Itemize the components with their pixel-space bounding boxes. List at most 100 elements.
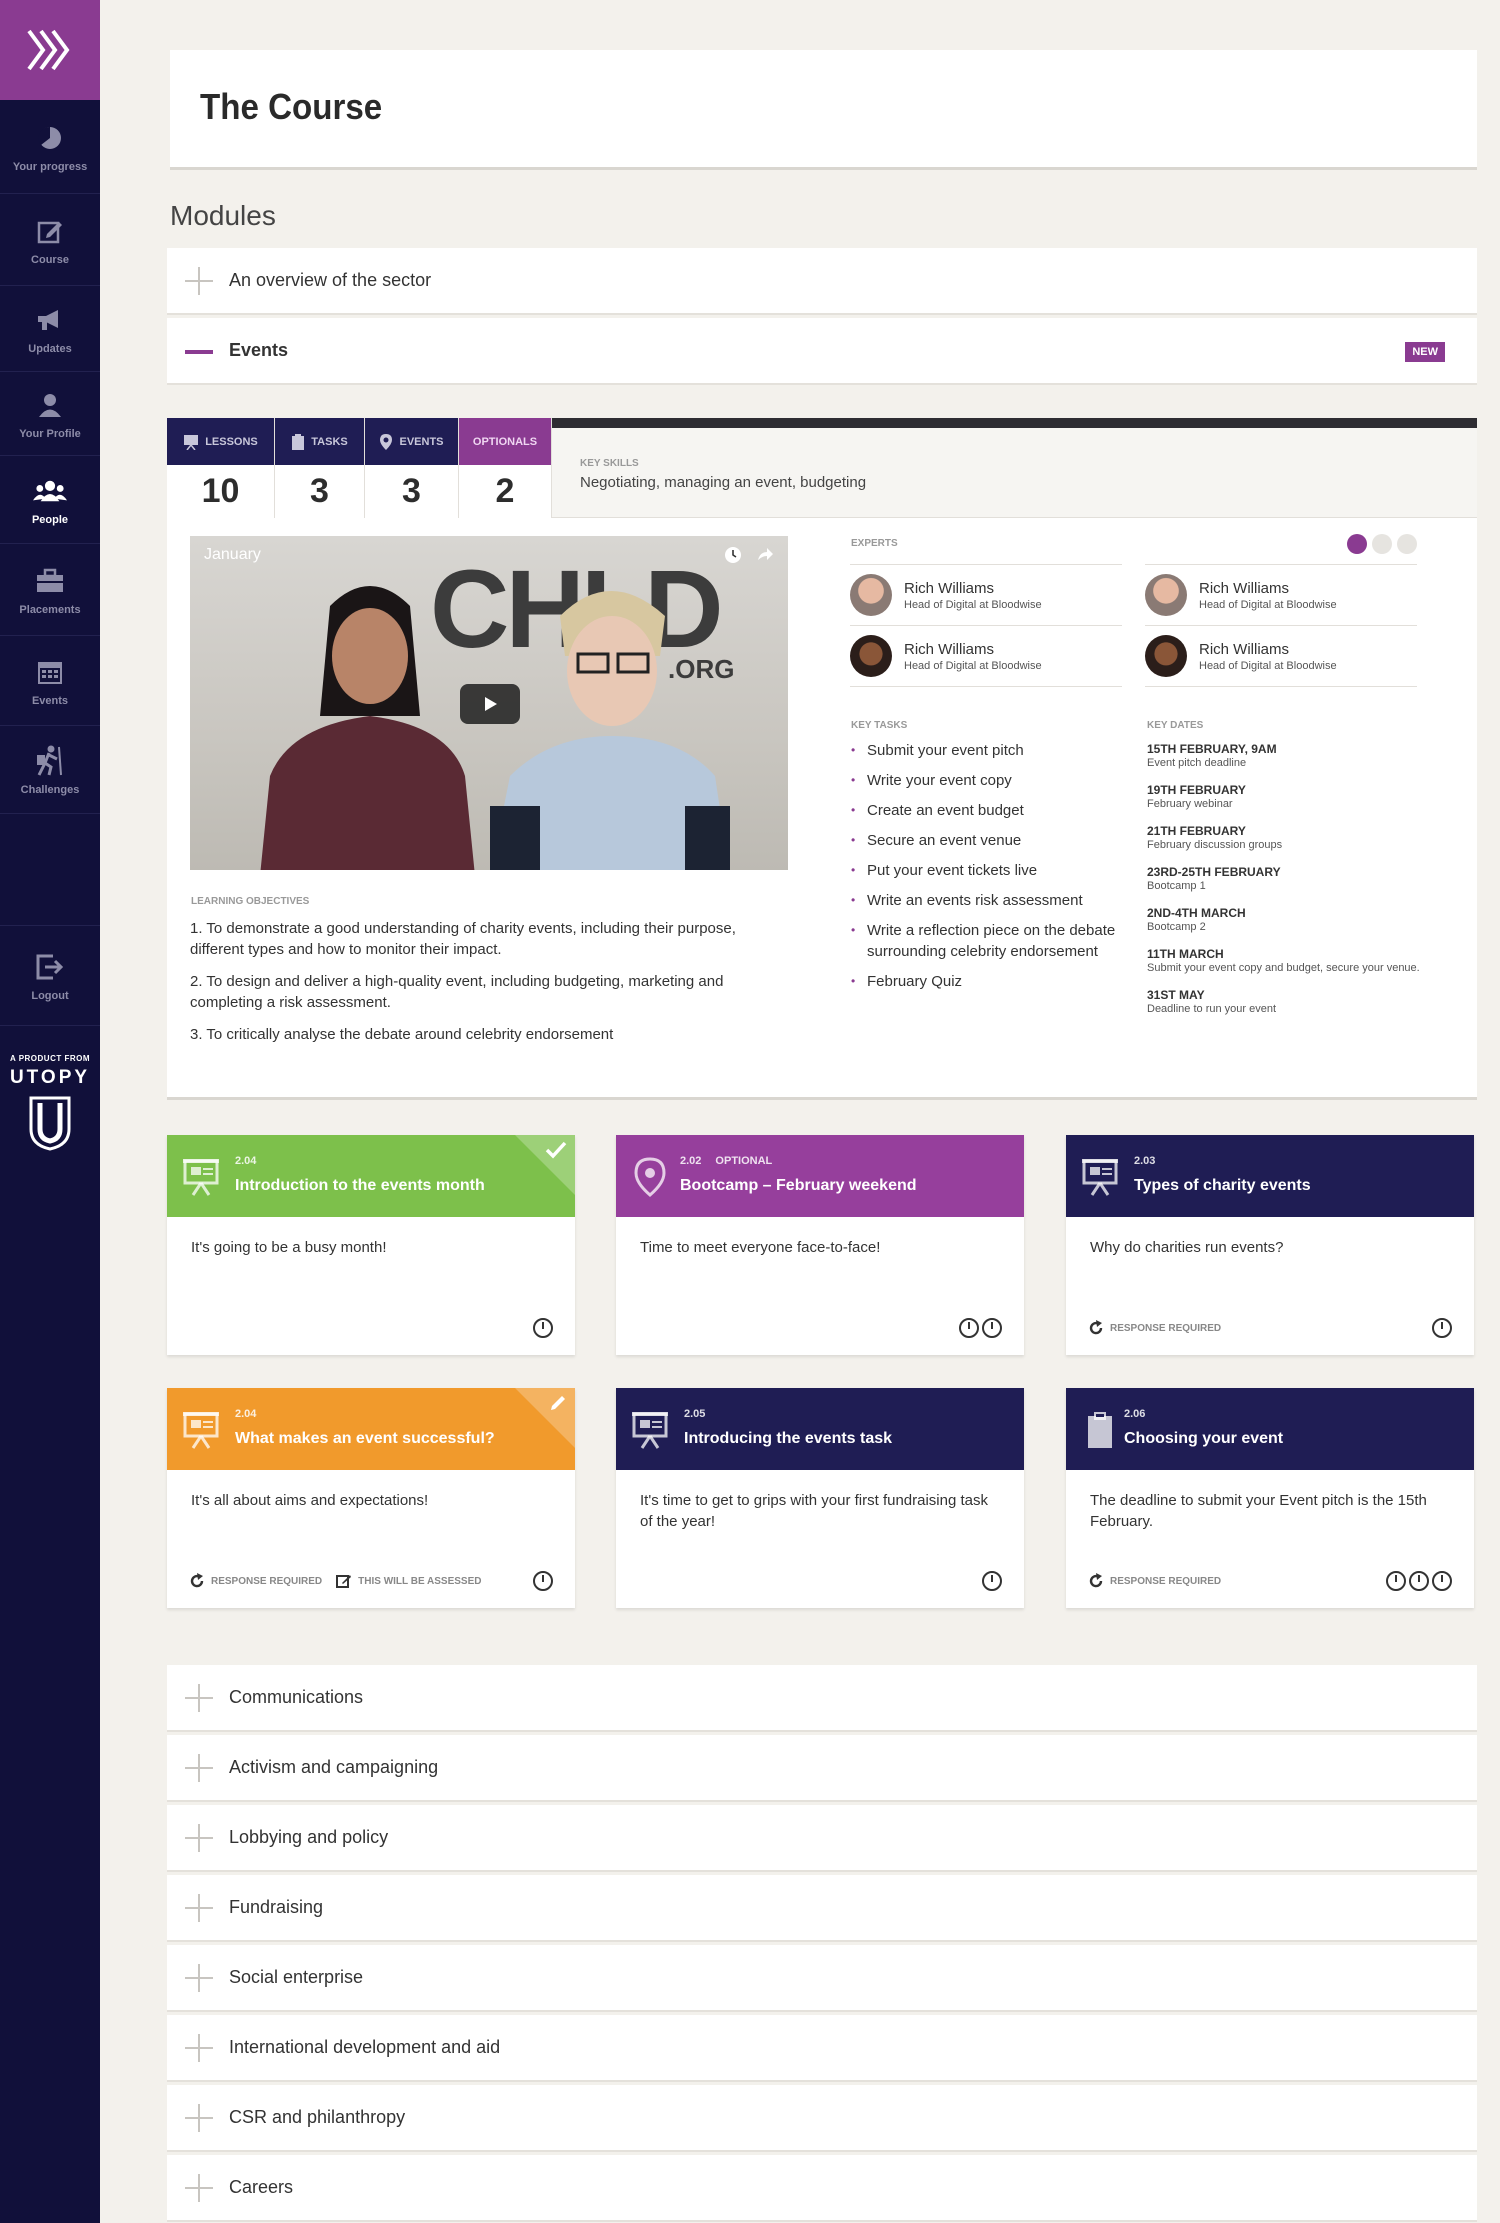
sidebar-item-label: People bbox=[31, 513, 69, 526]
expert-role: Head of Digital at Bloodwise bbox=[1199, 598, 1337, 611]
watch-later-icon[interactable] bbox=[724, 546, 742, 564]
sidebar-item-profile[interactable]: Your Profile bbox=[0, 372, 100, 456]
expert-name: Rich Williams bbox=[1199, 640, 1289, 658]
video-player[interactable]: CHLD .ORG January bbox=[190, 536, 788, 870]
expert-name: Rich Williams bbox=[1199, 579, 1289, 597]
card-footer: RESPONSE REQUIRED bbox=[1088, 1317, 1452, 1339]
card-header: 2.05 Introducing the events task bbox=[616, 1388, 1024, 1470]
response-required: RESPONSE REQUIRED bbox=[1088, 1573, 1221, 1589]
card-footer bbox=[189, 1317, 553, 1339]
stat-label: OPTIONALS bbox=[472, 435, 538, 448]
card-number: 2.06 bbox=[1124, 1408, 1145, 1420]
lesson-card[interactable]: 2.05 Introducing the events task It's time… bbox=[616, 1388, 1024, 1608]
card-description: Time to meet everyone face-to-face! bbox=[640, 1239, 881, 1256]
module-accordion[interactable]: Careers bbox=[167, 2155, 1477, 2222]
accordion-label: An overview of the sector bbox=[229, 270, 432, 290]
expert-card[interactable]: Rich Williams Head of Digital at Bloodwis… bbox=[850, 625, 1122, 686]
card-header: 2.06 Choosing your event bbox=[1066, 1388, 1474, 1470]
duration-indicators bbox=[1432, 1318, 1452, 1338]
stat-tasks[interactable]: TASKS 3 bbox=[275, 418, 365, 518]
user-icon bbox=[33, 388, 67, 422]
sidebar-item-placements[interactable]: Placements bbox=[0, 544, 100, 636]
module-accordion[interactable]: Lobbying and policy bbox=[167, 1805, 1477, 1872]
lesson-card[interactable]: 2.03 Types of charity events Why do charit… bbox=[1066, 1135, 1474, 1355]
response-required-label: RESPONSE REQUIRED bbox=[211, 1575, 323, 1587]
stat-header: LESSONS bbox=[167, 418, 274, 465]
expert-card[interactable]: Rich Williams Head of Digital at Bloodwis… bbox=[1145, 625, 1417, 686]
accordion-label: Social enterprise bbox=[229, 1967, 364, 1987]
expert-card[interactable]: Rich Williams Head of Digital at Bloodwis… bbox=[850, 564, 1122, 625]
module-overview-accordion[interactable]: An overview of the sector bbox=[167, 248, 1477, 315]
stat-events[interactable]: EVENTS 3 bbox=[365, 418, 459, 518]
app-logo[interactable] bbox=[0, 0, 100, 100]
module-events-accordion[interactable]: Events NEW bbox=[167, 318, 1477, 385]
new-badge: NEW bbox=[1405, 342, 1445, 362]
duration-indicators bbox=[533, 1318, 553, 1338]
sidebar-item-progress[interactable]: Your progress bbox=[0, 100, 100, 194]
clock-icon bbox=[982, 1571, 1002, 1591]
key-date: 11TH MARCH Submit your event copy and bud… bbox=[1147, 947, 1457, 974]
presentation-icon bbox=[183, 1157, 219, 1197]
avatar bbox=[1145, 635, 1187, 677]
stat-value: 10 bbox=[201, 472, 240, 510]
card-description: Why do charities run events? bbox=[1090, 1239, 1284, 1256]
card-footer bbox=[638, 1317, 1002, 1339]
pager-dot[interactable] bbox=[1347, 534, 1367, 554]
card-header: 2.02 OPTIONAL Bootcamp – February weekend bbox=[616, 1135, 1024, 1217]
key-date: 21TH FEBRUARY February discussion groups bbox=[1147, 824, 1457, 851]
sidebar-item-events[interactable]: Events bbox=[0, 636, 100, 726]
chevrons-logo-icon bbox=[27, 29, 70, 71]
lesson-card[interactable]: 2.02 OPTIONAL Bootcamp – February weekend T… bbox=[616, 1135, 1024, 1355]
key-task: February Quiz bbox=[851, 971, 1141, 992]
accordion-label: CSR and philanthropy bbox=[229, 2107, 406, 2127]
card-number-text: 2.06 bbox=[1124, 1408, 1146, 1420]
edit-icon bbox=[336, 1575, 352, 1588]
module-stats: LESSONS 10 TASKS 3 EVENTS 3 OPTIONALS 2 bbox=[167, 418, 552, 518]
lesson-card[interactable]: 2.04 Introduction to the events month It's… bbox=[167, 1135, 575, 1355]
key-date-text: Event pitch deadline bbox=[1147, 757, 1247, 769]
module-accordion[interactable]: Communications bbox=[167, 1665, 1477, 1732]
sidebar-item-challenges[interactable]: Challenges bbox=[0, 726, 100, 814]
accordion-label: International development and aid bbox=[229, 2037, 501, 2057]
pager-dot[interactable] bbox=[1372, 534, 1392, 554]
share-icon[interactable] bbox=[756, 546, 774, 564]
pager-dot[interactable] bbox=[1397, 534, 1417, 554]
expert-card[interactable]: Rich Williams Head of Digital at Bloodwis… bbox=[1145, 564, 1417, 625]
response-required: RESPONSE REQUIRED bbox=[1088, 1320, 1221, 1336]
card-header: 2.04 Introduction to the events month bbox=[167, 1135, 575, 1217]
key-date-date: 11TH MARCH bbox=[1147, 947, 1224, 961]
module-accordion[interactable]: Social enterprise bbox=[167, 1945, 1477, 2012]
lesson-card[interactable]: 2.06 Choosing your event The deadline to s… bbox=[1066, 1388, 1474, 1608]
accordion-label: Events bbox=[229, 340, 289, 360]
plus-icon bbox=[185, 1963, 213, 1992]
key-date-date: 2ND-4TH MARCH bbox=[1147, 906, 1246, 920]
location-pin-icon bbox=[632, 1157, 668, 1197]
stat-lessons[interactable]: LESSONS 10 bbox=[167, 418, 275, 518]
lesson-card[interactable]: 2.04 What makes an event successful? It's … bbox=[167, 1388, 575, 1608]
play-button[interactable] bbox=[460, 684, 520, 724]
progress-icon bbox=[33, 121, 67, 155]
sidebar-item-updates[interactable]: Updates bbox=[0, 286, 100, 372]
sidebar-item-people[interactable]: People bbox=[0, 456, 100, 544]
avatar bbox=[850, 635, 892, 677]
experts-pager bbox=[1347, 534, 1417, 554]
response-required-label: RESPONSE REQUIRED bbox=[1110, 1322, 1222, 1334]
module-accordion[interactable]: Fundraising bbox=[167, 1875, 1477, 1942]
key-dates-list: 15TH FEBRUARY, 9AM Event pitch deadline 1… bbox=[1147, 742, 1457, 1029]
module-accordion[interactable]: Activism and campaigning bbox=[167, 1735, 1477, 1802]
module-accordion[interactable]: International development and aid bbox=[167, 2015, 1477, 2082]
key-date: 23RD-25TH FEBRUARY Bootcamp 1 bbox=[1147, 865, 1457, 892]
avatar bbox=[1145, 574, 1187, 616]
logout-icon bbox=[33, 950, 67, 984]
module-accordion[interactable]: CSR and philanthropy bbox=[167, 2085, 1477, 2152]
video-person-right bbox=[490, 591, 730, 870]
stat-label: TASKS bbox=[311, 435, 348, 448]
plus-icon bbox=[185, 1753, 213, 1782]
card-description: The deadline to submit your Event pitch … bbox=[1090, 1492, 1427, 1530]
logout-button[interactable]: Logout bbox=[0, 926, 100, 1026]
sidebar-spacer bbox=[0, 814, 100, 926]
clock-icon bbox=[982, 1318, 1002, 1338]
minus-icon bbox=[185, 337, 213, 365]
sidebar-item-course[interactable]: Course bbox=[0, 194, 100, 286]
stat-optionals[interactable]: OPTIONALS 2 bbox=[459, 418, 552, 518]
